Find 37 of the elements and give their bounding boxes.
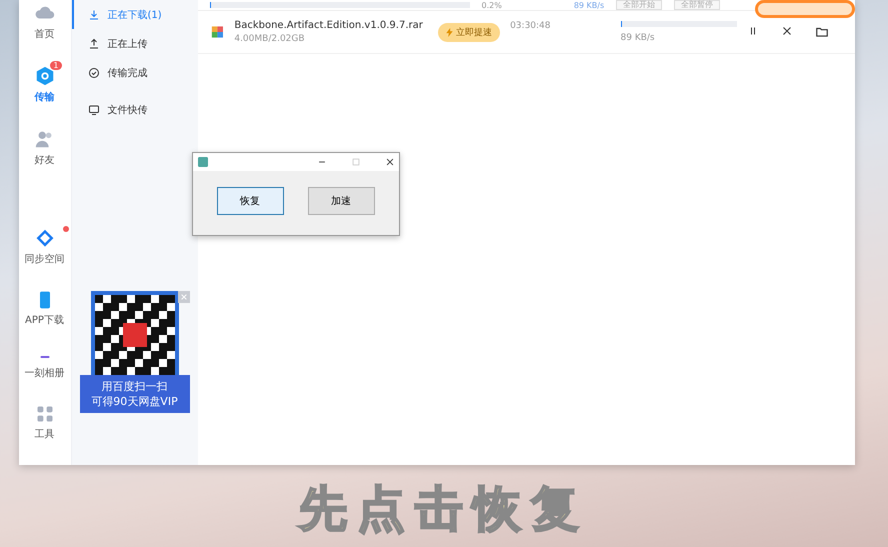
sidebar-item[interactable]: 文件快传 [72, 95, 198, 124]
download-icon [88, 8, 100, 20]
close-icon [180, 293, 188, 301]
maximize-icon [350, 157, 360, 167]
tools-icon [34, 404, 54, 424]
nav-item[interactable]: 好友 [34, 153, 54, 167]
sidebar-item[interactable]: 传输完成 [72, 58, 198, 87]
folder-icon [814, 25, 828, 39]
check-circle-icon [88, 66, 100, 78]
speed-text: 89 KB/s [620, 33, 656, 43]
promo-banner[interactable]: 用百度扫一扫 可得90天网盘VIP [80, 375, 190, 413]
nav-item[interactable]: 首页 [34, 27, 54, 41]
progress-percent: 0.2% [482, 0, 502, 10]
boost-button[interactable]: 立即提速 [438, 22, 500, 42]
speed-text: 89 KB/s [574, 0, 604, 10]
nav-item[interactable]: 传输 [34, 90, 54, 104]
dialog-button[interactable]: 恢复 [216, 187, 284, 215]
lightning-icon [446, 28, 454, 36]
notification-badge: 1 [50, 61, 62, 70]
file-name: Backbone.Artifact.Edition.v1.0.9.7.rar [234, 20, 424, 31]
sync-icon [34, 229, 54, 249]
file-size: 4.00MB/2.02GB [234, 34, 306, 44]
close-button[interactable] [178, 291, 190, 303]
nav-item[interactable]: 同步空间 [24, 252, 64, 266]
video-caption: 先点击恢复 [299, 480, 589, 539]
nav-item[interactable]: 一刻相册 [24, 366, 64, 380]
sidebar-item[interactable]: 正在下载(1) [72, 0, 198, 29]
close-icon [780, 25, 792, 37]
nav-item[interactable]: APP下载 [25, 313, 64, 327]
upload-icon [88, 38, 100, 50]
close-icon [384, 157, 394, 167]
app-icon [196, 156, 208, 168]
monitor-icon [88, 104, 100, 116]
nav-item[interactable]: 工具 [34, 427, 54, 441]
sidebar-item[interactable]: 正在上传 [72, 29, 198, 58]
dialog-button[interactable]: 加速 [308, 187, 374, 215]
remaining-time: 03:30:48 [510, 21, 550, 31]
